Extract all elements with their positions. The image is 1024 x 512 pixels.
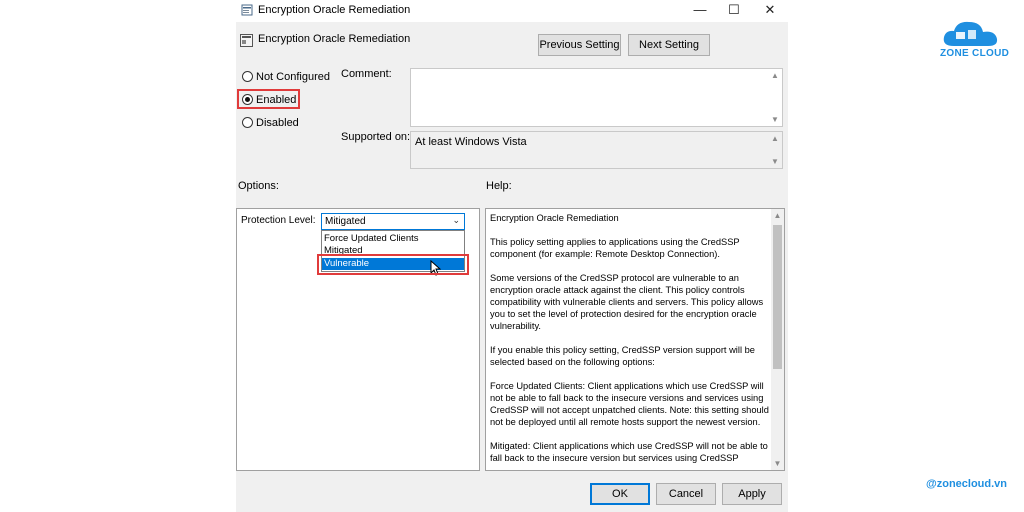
next-setting-button[interactable]: Next Setting	[628, 34, 710, 56]
window-title: Encryption Oracle Remediation	[258, 4, 411, 16]
help-label: Help:	[486, 180, 512, 192]
policy-name: Encryption Oracle Remediation	[258, 33, 411, 45]
close-button[interactable]: ✕	[755, 1, 785, 19]
help-paragraph: This policy setting applies to applicati…	[490, 237, 740, 259]
options-panel: Protection Level: Mitigated ⌄ Force Upda…	[236, 208, 480, 471]
scroll-up-icon[interactable]: ▲	[771, 211, 784, 220]
scroll-up-icon[interactable]: ▲	[768, 134, 782, 143]
help-paragraph: If you enable this policy setting, CredS…	[490, 345, 755, 367]
help-title: Encryption Oracle Remediation	[490, 213, 619, 223]
policy-dialog: Encryption Oracle Remediation — ☐ ✕ Encr…	[236, 0, 788, 512]
scroll-down-icon[interactable]: ▼	[768, 157, 782, 166]
scroll-down-icon[interactable]: ▼	[768, 115, 782, 124]
help-paragraph: Mitigated: Client applications which use…	[490, 441, 768, 463]
help-text: Encryption Oracle Remediation This polic…	[490, 212, 771, 470]
supported-scrollbar[interactable]: ▲ ▼	[768, 132, 782, 168]
help-panel: Encryption Oracle Remediation This polic…	[485, 208, 785, 471]
policy-icon	[241, 4, 253, 16]
comment-scrollbar[interactable]: ▲ ▼	[768, 69, 782, 126]
cancel-button[interactable]: Cancel	[656, 483, 716, 505]
supported-on-value: At least Windows Vista	[415, 136, 527, 148]
minimize-button[interactable]: —	[685, 1, 715, 19]
options-label: Options:	[238, 180, 279, 192]
protection-level-label: Protection Level:	[241, 215, 316, 226]
maximize-button[interactable]: ☐	[719, 1, 749, 19]
title-bar: Encryption Oracle Remediation — ☐ ✕	[236, 0, 788, 22]
scroll-thumb[interactable]	[773, 225, 782, 369]
radio-circle[interactable]	[242, 71, 253, 82]
brand-site-url: @zonecloud.vn	[926, 478, 1008, 490]
previous-setting-button[interactable]: Previous Setting	[538, 34, 621, 56]
dropdown-item-force-updated-clients[interactable]: Force Updated Clients	[322, 233, 464, 245]
radio-label: Disabled	[256, 117, 299, 129]
selected-value: Mitigated	[325, 216, 366, 227]
apply-button[interactable]: Apply	[722, 483, 782, 505]
setting-icon	[240, 34, 253, 47]
chevron-down-icon[interactable]: ⌄	[452, 215, 460, 226]
supported-on-label: Supported on:	[341, 131, 411, 143]
protection-level-select[interactable]: Mitigated ⌄	[321, 213, 465, 230]
brand-logo-text: ZONE CLOUD	[940, 48, 1010, 59]
scroll-up-icon[interactable]: ▲	[768, 71, 782, 80]
help-paragraph: Force Updated Clients: Client applicatio…	[490, 381, 769, 427]
help-paragraph: Some versions of the CredSSP protocol ar…	[490, 273, 764, 331]
cloud-logo-icon	[943, 21, 998, 46]
help-scrollbar[interactable]: ▲ ▼	[771, 209, 784, 470]
comment-field[interactable]: ▲ ▼	[410, 68, 783, 127]
radio-circle[interactable]	[242, 117, 253, 128]
scroll-down-icon[interactable]: ▼	[771, 459, 784, 468]
annotation-box-vulnerable	[317, 254, 469, 275]
radio-label: Not Configured	[256, 71, 330, 83]
supported-on-field: At least Windows Vista ▲ ▼	[410, 131, 783, 169]
ok-button[interactable]: OK	[590, 483, 650, 505]
annotation-box-enabled	[237, 89, 300, 109]
comment-label: Comment:	[341, 68, 392, 80]
